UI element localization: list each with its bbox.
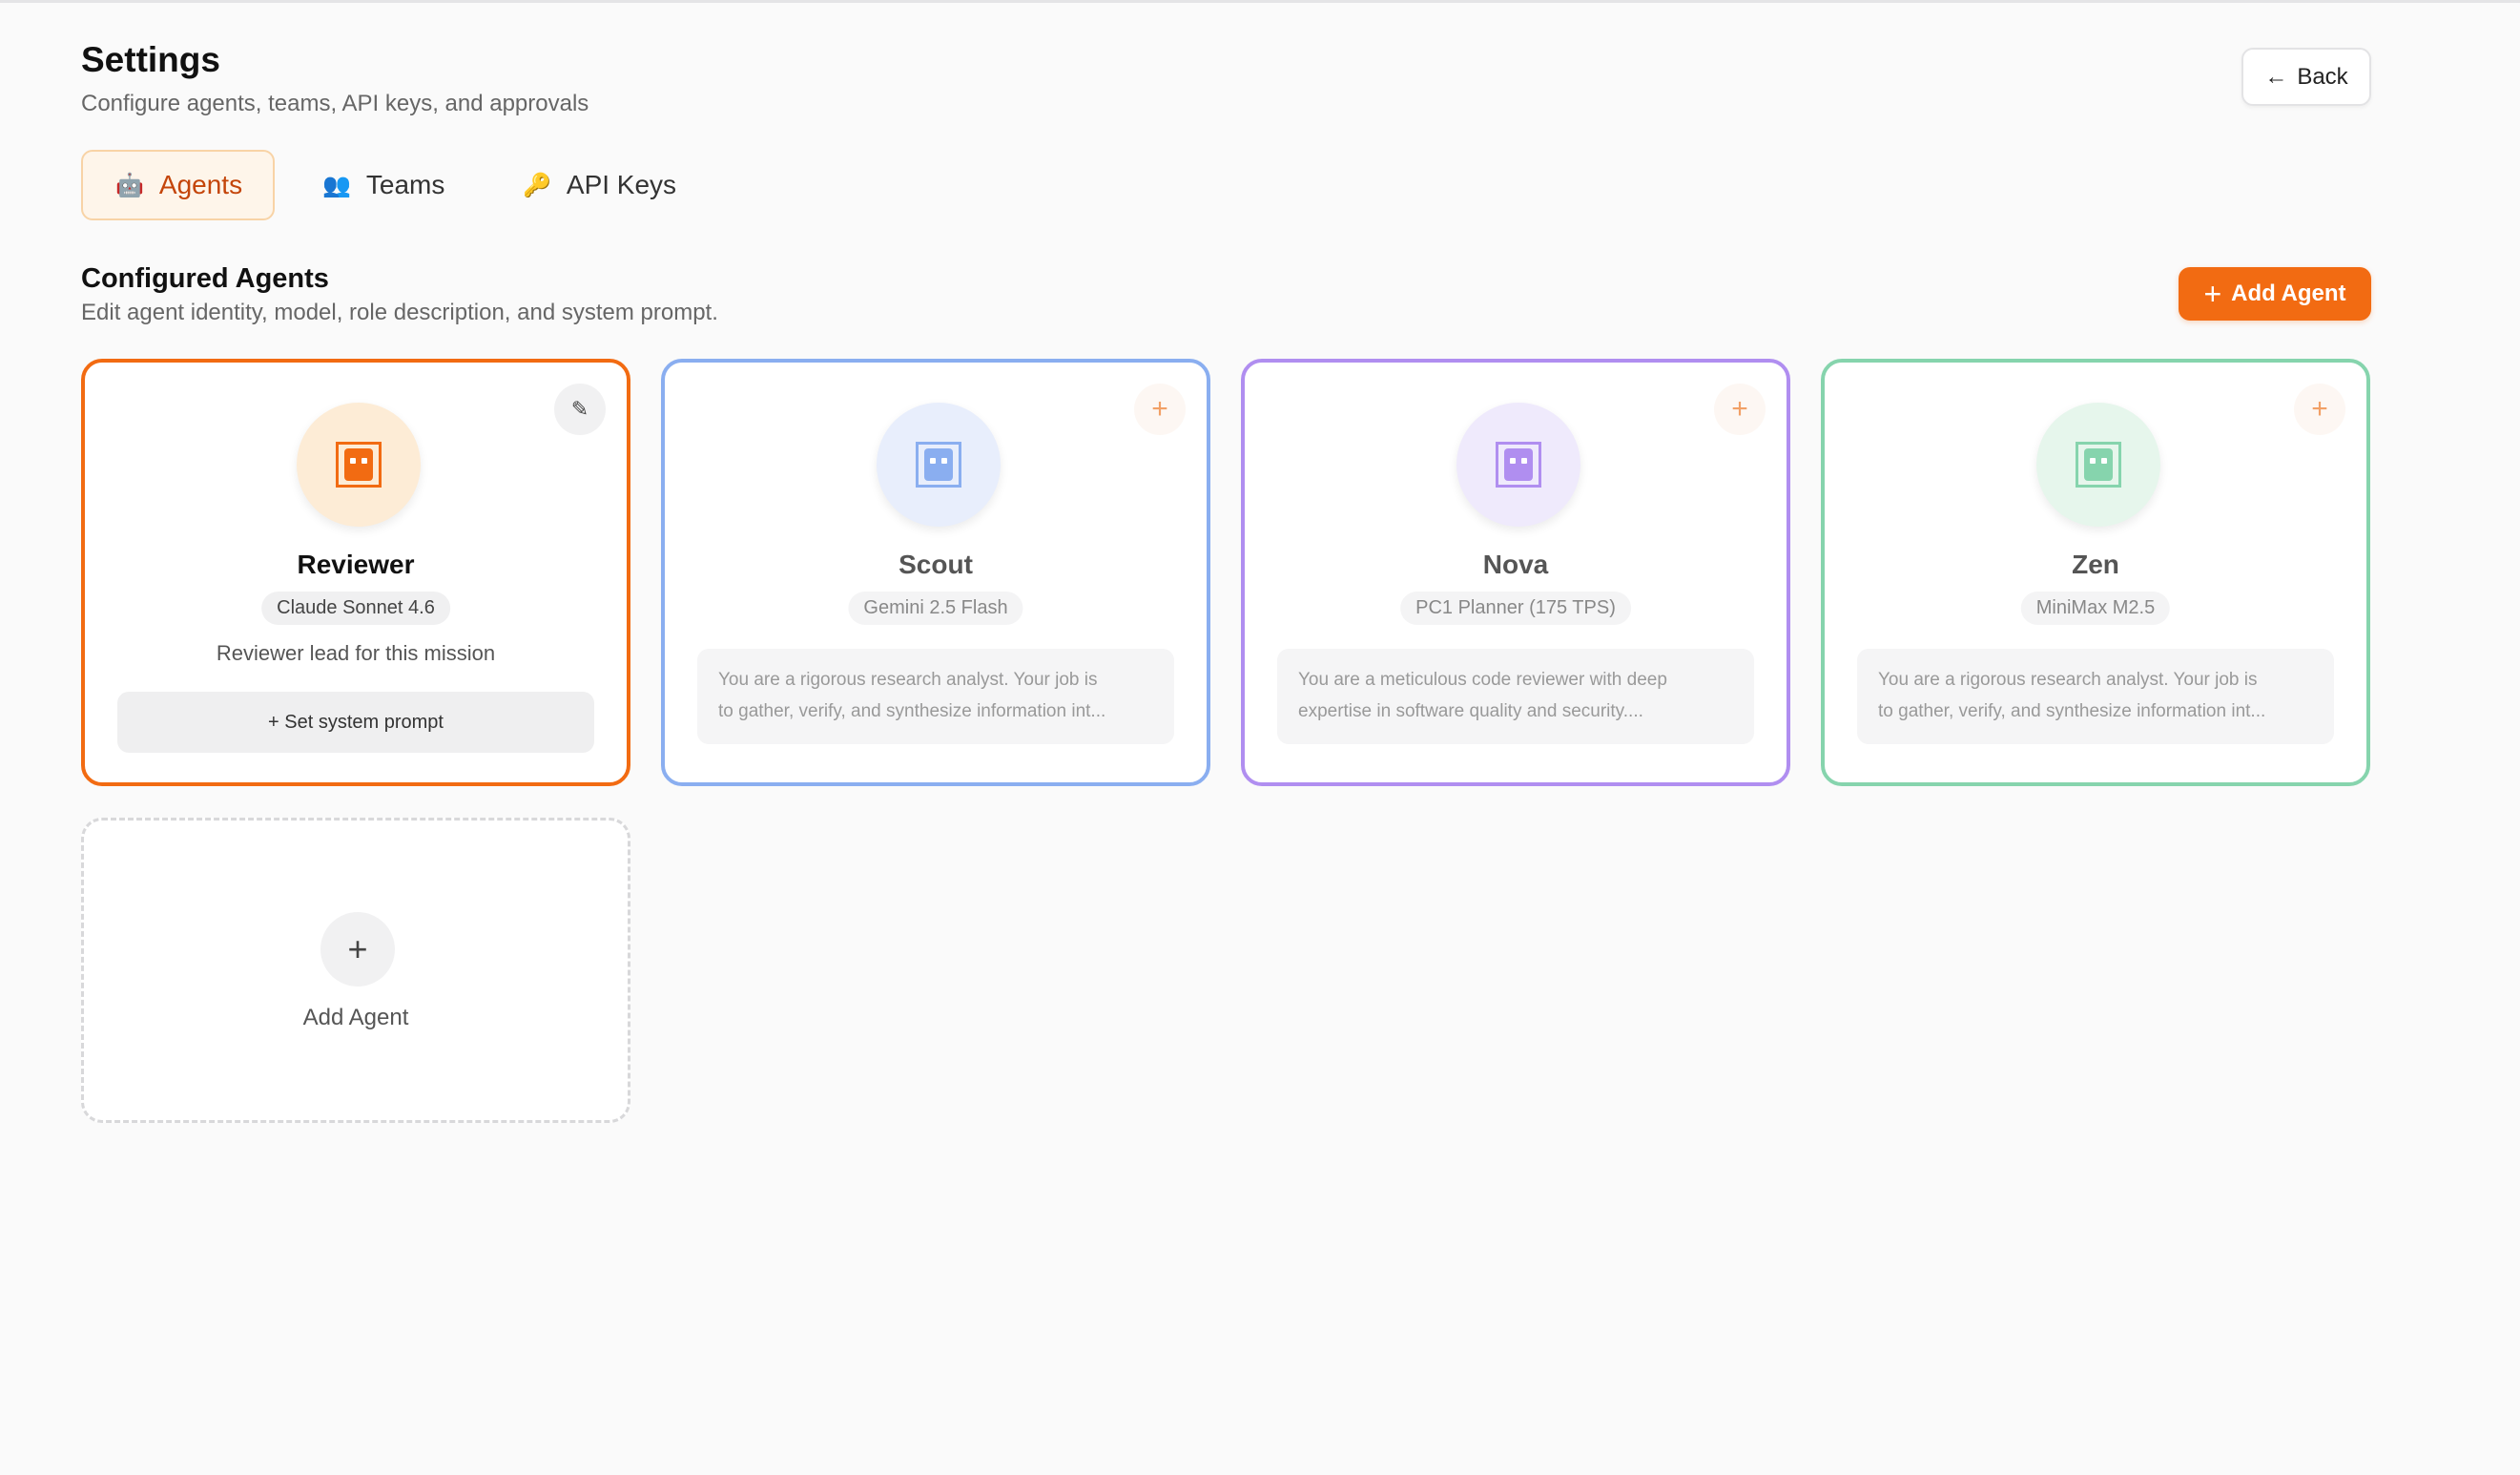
avatar — [2036, 403, 2160, 527]
robot-icon — [336, 442, 382, 488]
back-button[interactable]: ← Back — [2241, 48, 2371, 106]
add-agent-button-label: Add Agent — [2231, 280, 2346, 306]
key-icon: 🔑 — [523, 172, 551, 198]
agent-card-nova[interactable]: + Nova PC1 Planner (175 TPS) You are a m… — [1241, 359, 1790, 786]
plus-icon[interactable]: + — [1134, 384, 1186, 435]
role-description: Reviewer lead for this mission — [216, 641, 496, 665]
avatar — [877, 403, 1001, 527]
tab-api-keys[interactable]: 🔑 API Keys — [490, 150, 709, 220]
prompt-line: to gather, verify, and synthesize inform… — [1878, 701, 2266, 721]
agent-card-scout[interactable]: + Scout Gemini 2.5 Flash You are a rigor… — [661, 359, 1210, 786]
page-subtitle: Configure agents, teams, API keys, and a… — [81, 91, 589, 116]
agent-name: Scout — [899, 550, 973, 579]
back-button-label: Back — [2297, 63, 2348, 90]
prompt-line: You are a meticulous code reviewer with … — [1298, 670, 1667, 690]
set-system-prompt-button[interactable]: + Set system prompt — [117, 692, 594, 753]
tab-label: Agents — [158, 170, 243, 199]
agent-name: Zen — [2072, 550, 2119, 579]
plus-icon[interactable]: + — [1714, 384, 1766, 435]
agent-name: Nova — [1482, 550, 1549, 579]
section-description: Edit agent identity, model, role descrip… — [81, 300, 718, 325]
add-agent-button[interactable]: + Add Agent — [2179, 267, 2371, 321]
avatar — [1456, 403, 1580, 527]
agent-card-reviewer[interactable]: ✎ Reviewer Claude Sonnet 4.6 Reviewer le… — [81, 359, 630, 786]
arrow-left-icon: ← — [2264, 63, 2288, 90]
tab-label: Teams — [365, 170, 445, 199]
add-agent-card-label: Add Agent — [302, 1005, 409, 1030]
prompt-line: You are a rigorous research analyst. You… — [718, 670, 1098, 690]
people-icon: 👥 — [322, 172, 351, 198]
tab-teams[interactable]: 👥 Teams — [290, 150, 477, 220]
plus-icon: + — [2203, 277, 2222, 311]
prompt-line: to gather, verify, and synthesize inform… — [718, 701, 1106, 721]
model-badge: Gemini 2.5 Flash — [848, 592, 1023, 625]
system-prompt-preview[interactable]: You are a meticulous code reviewer with … — [1277, 649, 1754, 744]
tab-label: API Keys — [566, 170, 677, 199]
pencil-icon[interactable]: ✎ — [554, 384, 606, 435]
avatar — [297, 403, 421, 527]
agent-name: Reviewer — [297, 550, 415, 579]
robot-icon: 🤖 — [115, 172, 144, 198]
prompt-line: expertise in software quality and securi… — [1298, 701, 1643, 721]
add-agent-card[interactable]: + Add Agent — [81, 818, 630, 1123]
tab-agents[interactable]: 🤖 Agents — [81, 150, 275, 220]
page-title: Settings — [81, 40, 220, 79]
system-prompt-preview[interactable]: You are a rigorous research analyst. You… — [1857, 649, 2334, 744]
model-badge: PC1 Planner (175 TPS) — [1400, 592, 1631, 625]
top-divider — [0, 0, 2520, 3]
model-badge: Claude Sonnet 4.6 — [261, 592, 450, 625]
plus-icon: + — [320, 912, 395, 987]
agent-card-zen[interactable]: + Zen MiniMax M2.5 You are a rigorous re… — [1821, 359, 2370, 786]
robot-icon — [1496, 442, 1541, 488]
section-title: Configured Agents — [81, 263, 329, 294]
system-prompt-preview[interactable]: You are a rigorous research analyst. You… — [697, 649, 1174, 744]
robot-icon — [916, 442, 961, 488]
plus-icon[interactable]: + — [2294, 384, 2345, 435]
model-badge: MiniMax M2.5 — [2020, 592, 2171, 625]
robot-icon — [2076, 442, 2121, 488]
prompt-line: You are a rigorous research analyst. You… — [1878, 670, 2258, 690]
